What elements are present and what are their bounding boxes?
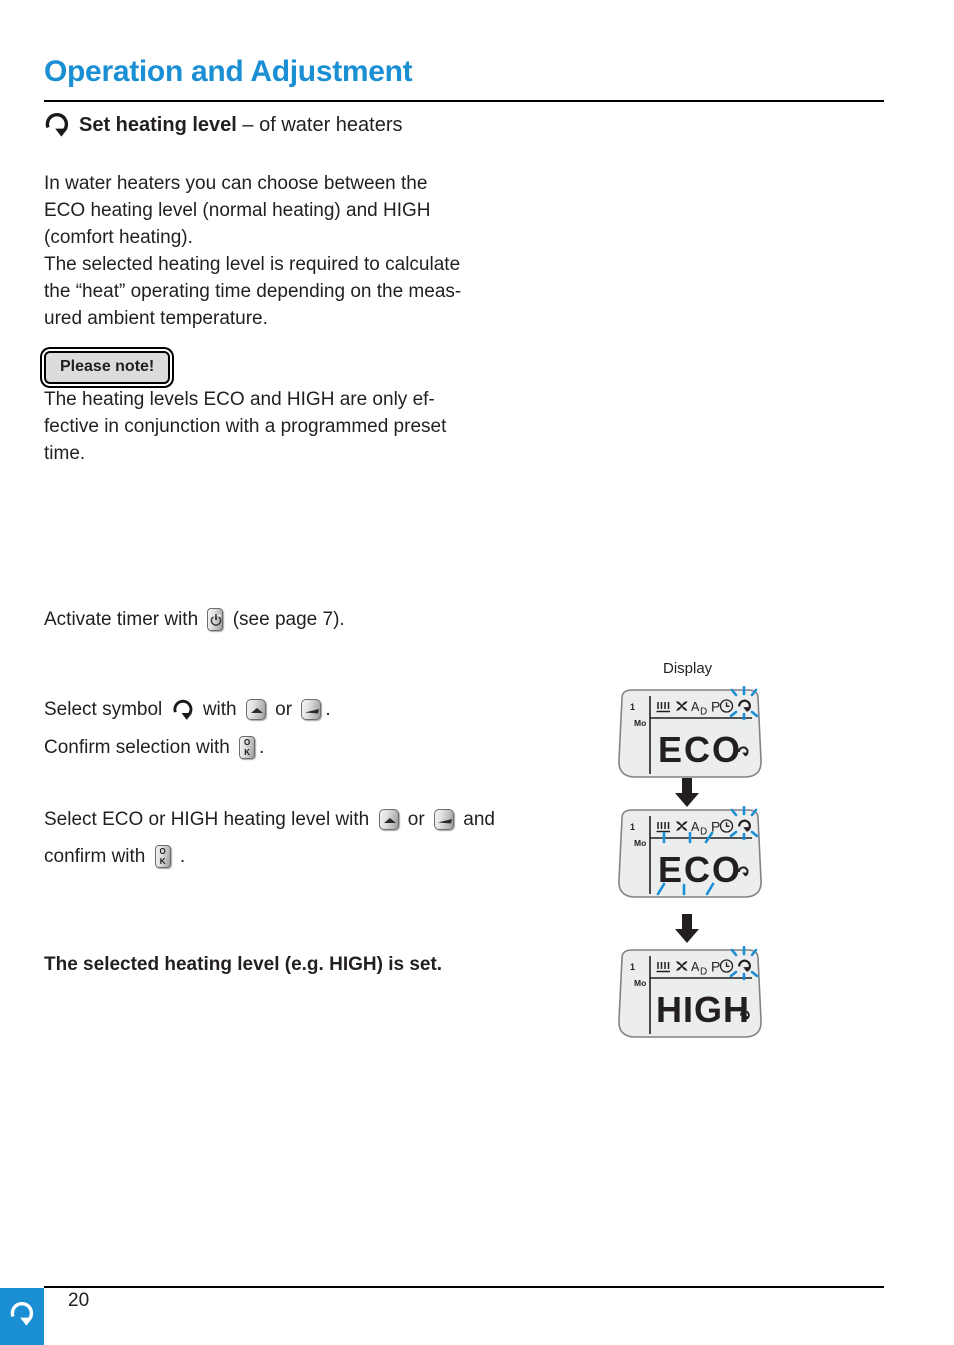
ok-button-icon: OK xyxy=(239,736,256,759)
result-statement: The selected heating level (e.g. HIGH) i… xyxy=(44,954,443,975)
svg-text:ECO: ECO xyxy=(658,729,742,770)
intro-paragraph: In water heaters you can choose between … xyxy=(44,173,462,329)
svg-text:Mo: Mo xyxy=(634,718,646,728)
step-confirm-selection: Confirm selection with OK . xyxy=(44,734,604,761)
section-subheading: Set heating level – of water heaters xyxy=(44,112,403,138)
please-note-badge: Please note! xyxy=(44,351,171,384)
up-arrow-button-icon xyxy=(378,809,399,830)
step-select-level-text-1: Select ECO or HIGH heating level with xyxy=(44,809,375,830)
down-arrow-button-icon xyxy=(433,809,454,830)
step-activate-timer: Activate timer with (see page 7). xyxy=(44,606,604,633)
title-divider xyxy=(44,100,884,102)
note-paragraph: The heating levels ECO and HIGH are only… xyxy=(44,389,447,464)
subheading-light: – of water heaters xyxy=(236,113,403,136)
up-arrow-button-icon xyxy=(245,699,266,720)
step-confirm2-text-1: confirm with xyxy=(44,846,151,867)
svg-text:Mo: Mo xyxy=(634,838,646,848)
svg-text:D: D xyxy=(700,707,707,718)
svg-text:A: A xyxy=(691,820,700,834)
svg-text:1: 1 xyxy=(630,822,635,832)
subheading-text: Set heating level – of water heaters xyxy=(79,114,403,137)
subheading-bold: Set heating level xyxy=(79,113,237,136)
step-select-symbol-text-3: or xyxy=(269,699,298,720)
step-select-symbol-text-4: . xyxy=(325,699,331,720)
svg-text:A: A xyxy=(691,700,700,714)
display-label: Display xyxy=(663,660,713,677)
step-activate-text-2: (see page 7). xyxy=(227,609,345,630)
svg-text:D: D xyxy=(700,827,707,838)
svg-text:D: D xyxy=(700,967,707,978)
flow-arrow-down-icon xyxy=(672,914,702,949)
step-select-symbol-text-1: Select symbol xyxy=(44,699,168,720)
chapter-tab xyxy=(0,1288,44,1345)
step-select-symbol: Select symbol with or . xyxy=(44,696,604,723)
svg-text:P: P xyxy=(711,699,720,715)
display-eco-value-blinking: 1 Mo A D P ECO xyxy=(612,805,768,921)
svg-text:1: 1 xyxy=(630,702,635,712)
rotation-arrow-icon xyxy=(9,1301,35,1332)
step-select-symbol-text-2: with xyxy=(197,699,242,720)
rotation-arrow-icon xyxy=(172,699,194,721)
step-confirm-text-1: Confirm selection with xyxy=(44,737,236,758)
svg-text:HIGH: HIGH xyxy=(656,989,750,1030)
power-button-icon xyxy=(207,608,224,631)
svg-text:A: A xyxy=(691,960,700,974)
step-select-heating-level: Select ECO or HIGH heating level with or… xyxy=(44,806,604,833)
ok-button-icon: OK xyxy=(154,845,171,868)
page-title: Operation and Adjustment xyxy=(44,55,413,88)
step-confirm2-text-2: . xyxy=(174,846,186,867)
display-high-set: 1 Mo A D P HIGH xyxy=(612,945,768,1055)
rotation-arrow-icon xyxy=(44,112,70,138)
down-arrow-button-icon xyxy=(301,699,322,720)
step-confirm-level: confirm with OK . xyxy=(44,843,604,870)
svg-text:1: 1 xyxy=(630,962,635,972)
page-number: 20 xyxy=(68,1290,90,1311)
step-select-level-text-3: and xyxy=(457,809,495,830)
footer-divider xyxy=(44,1286,884,1288)
step-confirm-text-2: . xyxy=(259,737,265,758)
svg-text:Mo: Mo xyxy=(634,978,646,988)
svg-text:ECO: ECO xyxy=(658,849,742,890)
step-activate-text-1: Activate timer with xyxy=(44,609,204,630)
step-select-level-text-2: or xyxy=(402,809,430,830)
svg-text:P: P xyxy=(711,959,720,975)
